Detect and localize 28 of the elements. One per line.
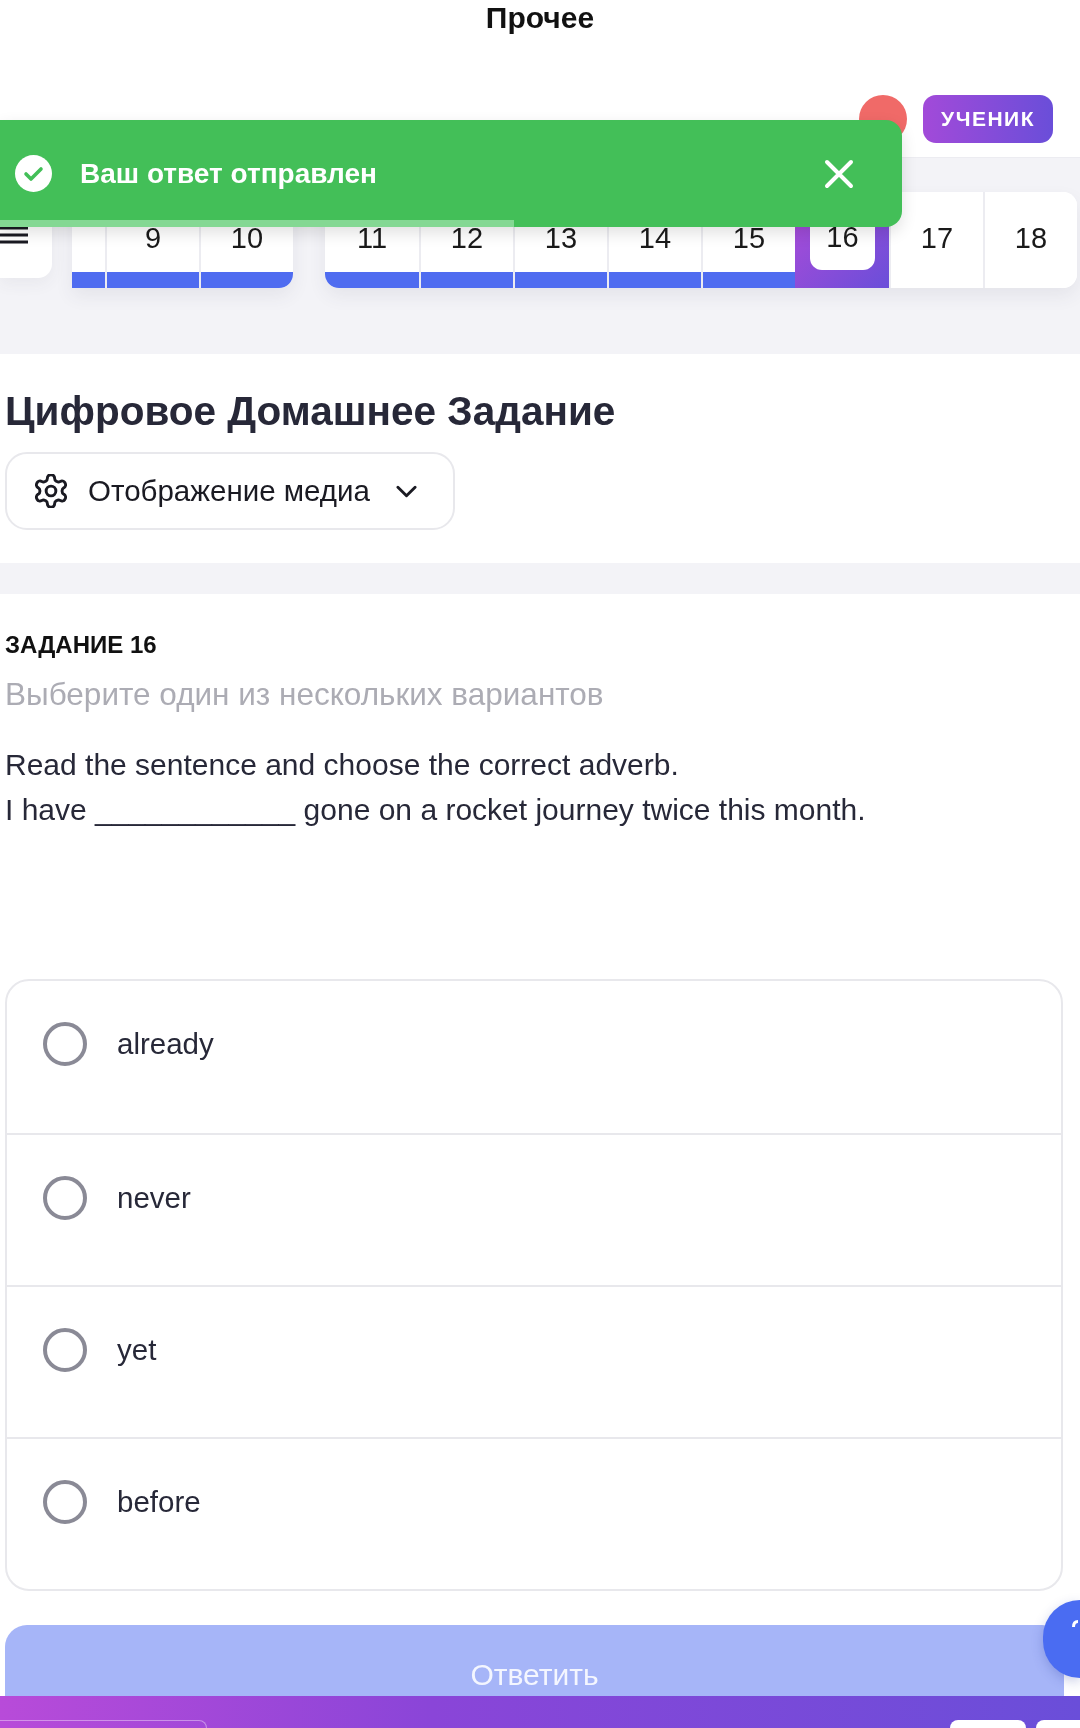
question-text: Read the sentence and choose the correct adverb. bbox=[5, 747, 680, 783]
chevron-down-icon bbox=[395, 484, 417, 498]
assignment-title: Цифровое Домашнее Задание bbox=[5, 388, 617, 434]
answer-option[interactable]: already bbox=[7, 981, 1061, 1133]
media-dropdown[interactable]: Отображение медиа bbox=[5, 452, 455, 530]
task-instruction: Выберите один из нескольких вариантов bbox=[5, 676, 605, 712]
question-tab[interactable]: 17 bbox=[889, 192, 983, 288]
radio-button[interactable] bbox=[43, 1176, 87, 1220]
toast-message: Ваш ответ отправлен bbox=[80, 157, 379, 190]
radio-button[interactable] bbox=[43, 1022, 87, 1066]
answer-option[interactable]: never bbox=[7, 1133, 1061, 1285]
answer-option[interactable]: before bbox=[7, 1437, 1061, 1589]
radio-button[interactable] bbox=[43, 1480, 87, 1524]
question-mark-icon bbox=[1072, 1620, 1078, 1627]
question-tab[interactable]: 18 bbox=[983, 192, 1077, 288]
close-icon bbox=[824, 158, 854, 189]
radio-button[interactable] bbox=[43, 1328, 87, 1372]
answer-option[interactable]: yet bbox=[7, 1285, 1061, 1437]
bottom-nav-button[interactable] bbox=[1036, 1720, 1080, 1728]
question-text: I have ____________ gone on a rocket journey twice this month. bbox=[5, 792, 867, 828]
settings-icon bbox=[34, 474, 68, 508]
menu-icon bbox=[0, 226, 28, 244]
page-title: Прочее bbox=[484, 0, 596, 36]
task-number: ЗАДАНИЕ 16 bbox=[5, 631, 158, 659]
help-button[interactable] bbox=[1043, 1600, 1080, 1678]
role-badge: УЧЕНИК bbox=[923, 95, 1053, 143]
bottom-nav-button[interactable] bbox=[950, 1720, 1026, 1728]
check-circle-icon bbox=[15, 155, 52, 192]
